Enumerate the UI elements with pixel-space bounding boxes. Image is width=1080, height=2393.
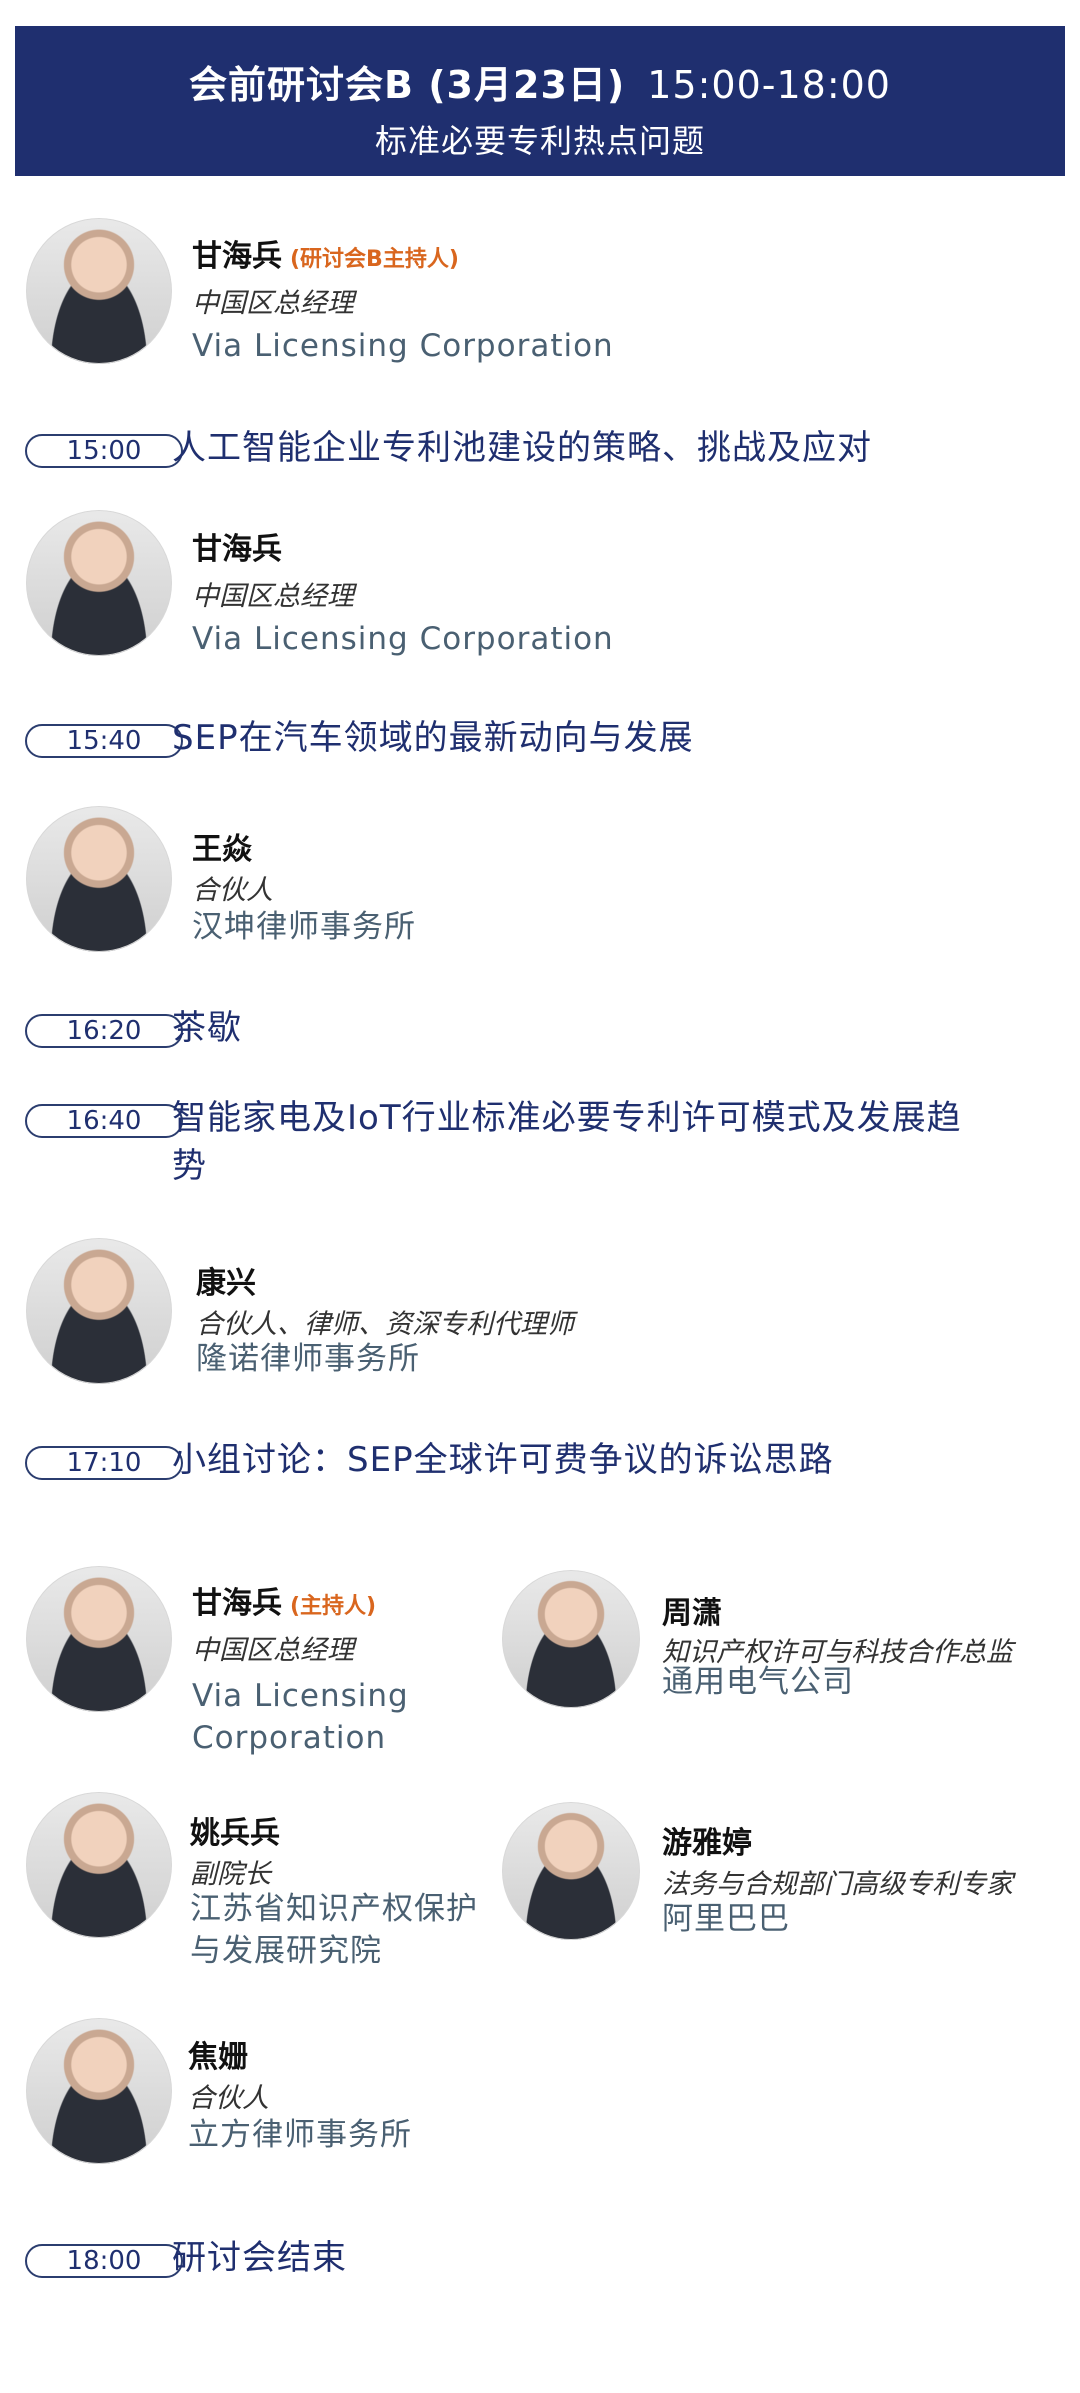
avatar-panelist <box>26 2018 172 2164</box>
speaker-name: 游雅婷 <box>662 1826 752 1861</box>
avatar-speaker <box>26 510 172 656</box>
speaker-org: 江苏省知识产权保护与发展研究院 <box>190 1891 478 1969</box>
avatar-panelist <box>502 1570 640 1708</box>
speaker-org: 立方律师事务所 <box>188 2117 412 2153</box>
speaker-org: 通用电气公司 <box>662 1664 854 1700</box>
speaker-org: Via Licensing Corporation <box>192 328 614 364</box>
speaker-role: 中国区总经理 <box>192 288 354 319</box>
speaker-org: 阿里巴巴 <box>662 1901 790 1937</box>
speaker-name: 焦姗 <box>188 2040 248 2075</box>
session-title: 小组讨论：SEP全球许可费争议的诉讼思路 <box>172 1440 834 1480</box>
speaker-name: 姚兵兵 <box>190 1816 280 1851</box>
avatar-panelist <box>26 1566 172 1712</box>
session-title: 智能家电及IoT行业标准必要专利许可模式及发展趋势 <box>172 1098 962 1186</box>
speaker-org: 隆诺律师事务所 <box>196 1341 420 1377</box>
avatar-speaker <box>26 806 172 952</box>
avatar-host <box>26 218 172 364</box>
time-badge: 15:00 <box>25 434 183 468</box>
speaker-role: 法务与合规部门高级专利专家 <box>662 1869 1013 1900</box>
avatar-panelist <box>502 1802 640 1940</box>
header-time: 15:00-18:00 <box>647 63 891 107</box>
avatar-panelist <box>26 1792 172 1938</box>
speaker-name: 甘海兵 (主持人) <box>192 1586 377 1621</box>
speaker-role: 中国区总经理 <box>192 1635 354 1666</box>
speaker-org: Via Licensing Corporation <box>192 1678 409 1756</box>
session-title: SEP在汽车领域的最新动向与发展 <box>172 718 694 758</box>
header-title-line: 会前研讨会B (3月23日) 15:00-18:00 <box>15 54 1065 109</box>
session-title: 茶歇 <box>172 1008 242 1048</box>
header-subtitle: 标准必要专利热点问题 <box>374 122 705 160</box>
speaker-role: 中国区总经理 <box>192 581 354 612</box>
speaker-name: 甘海兵 (研讨会B主持人) <box>192 239 459 274</box>
speaker-name: 周潇 <box>662 1596 722 1631</box>
session-title: 人工智能企业专利池建设的策略、挑战及应对 <box>172 428 872 468</box>
host-tag: (研讨会B主持人) <box>290 247 459 272</box>
avatar-speaker <box>26 1238 172 1384</box>
speaker-org: 汉坤律师事务所 <box>192 909 416 945</box>
speaker-org: Via Licensing Corporation <box>192 621 614 657</box>
time-badge: 15:40 <box>25 724 183 758</box>
speaker-name: 王焱 <box>192 832 252 867</box>
speaker-name: 甘海兵 <box>192 532 282 567</box>
time-badge: 16:20 <box>25 1014 183 1048</box>
speaker-role: 合伙人、律师、资深专利代理师 <box>196 1309 574 1340</box>
speaker-name: 康兴 <box>196 1266 256 1301</box>
speaker-role: 合伙人 <box>188 2083 269 2114</box>
header-banner: 会前研讨会B (3月23日) 15:00-18:00 标准必要专利热点问题 <box>15 26 1065 176</box>
speaker-role: 合伙人 <box>192 875 273 906</box>
session-title: 研讨会结束 <box>172 2238 347 2278</box>
header-title: 会前研讨会B (3月23日) <box>189 63 626 107</box>
host-tag: (主持人) <box>290 1594 377 1619</box>
time-badge: 16:40 <box>25 1104 183 1138</box>
time-badge: 17:10 <box>25 1446 183 1480</box>
time-badge: 18:00 <box>25 2244 183 2278</box>
speaker-role: 副院长 <box>190 1859 271 1890</box>
